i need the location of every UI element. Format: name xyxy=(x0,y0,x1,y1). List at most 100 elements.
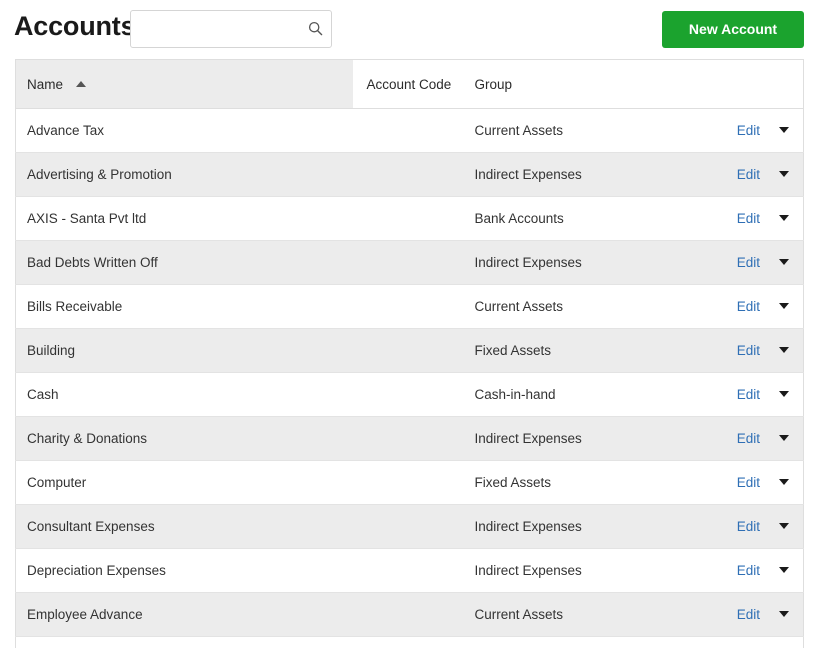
table-row[interactable]: Bad Debts Written Off Indirect Expenses Ed… xyxy=(15,240,804,285)
table-row[interactable]: AXIS - Santa Pvt ltd Bank Accounts Edit xyxy=(15,196,804,241)
search-field xyxy=(130,10,332,48)
cell-account-code xyxy=(352,460,473,505)
caret-down-icon[interactable] xyxy=(779,391,789,397)
cell-group: Indirect Expenses xyxy=(472,548,703,593)
cell-group: Indirect Expenses xyxy=(472,152,703,197)
cell-account-name: Employee Advance xyxy=(15,592,353,637)
new-account-button[interactable]: New Account xyxy=(662,11,804,48)
caret-down-icon[interactable] xyxy=(779,435,789,441)
edit-link[interactable]: Edit xyxy=(737,563,760,578)
cell-account-code xyxy=(352,548,473,593)
page-header: Accounts New Account xyxy=(0,0,819,58)
edit-link[interactable]: Edit xyxy=(737,123,760,138)
cell-account-code xyxy=(352,416,473,461)
cell-group: Current Assets xyxy=(472,284,703,329)
cell-code xyxy=(352,636,473,648)
caret-down-icon[interactable] xyxy=(779,127,789,133)
table-row[interactable]: Bills Receivable Current Assets Edit xyxy=(15,284,804,329)
cell-account-name: Computer xyxy=(15,460,353,505)
table-row[interactable]: Cash Cash-in-hand Edit xyxy=(15,372,804,417)
edit-link[interactable]: Edit xyxy=(737,387,760,402)
cell-group: Current Assets xyxy=(472,108,703,153)
cell-actions: Edit xyxy=(702,548,804,593)
edit-link[interactable]: Edit xyxy=(737,211,760,226)
column-header-account-code[interactable]: Account Code xyxy=(352,59,473,109)
table-row[interactable]: Charity & Donations Indirect Expenses Edit xyxy=(15,416,804,461)
cell-actions: Edit xyxy=(702,372,804,417)
table-row[interactable]: Building Fixed Assets Edit xyxy=(15,328,804,373)
cell-name xyxy=(15,636,353,648)
cell-actions xyxy=(702,636,804,648)
table-header: Name Account Code Group xyxy=(15,59,804,109)
cell-actions: Edit xyxy=(702,460,804,505)
edit-link[interactable]: Edit xyxy=(737,255,760,270)
table-row[interactable]: Depreciation Expenses Indirect Expenses Ed… xyxy=(15,548,804,593)
page-title: Accounts xyxy=(14,11,136,41)
edit-link[interactable]: Edit xyxy=(737,167,760,182)
cell-actions: Edit xyxy=(702,108,804,153)
cell-group: Bank Accounts xyxy=(472,196,703,241)
cell-group: Indirect Expenses xyxy=(472,504,703,549)
cell-account-name: Bills Receivable xyxy=(15,284,353,329)
cell-account-code xyxy=(352,240,473,285)
cell-account-name: Cash xyxy=(15,372,353,417)
cell-actions: Edit xyxy=(702,152,804,197)
cell-group: Cash-in-hand xyxy=(472,372,703,417)
table-row[interactable]: Advertising & Promotion Indirect Expenses… xyxy=(15,152,804,197)
accounts-table: Name Account Code Group Advance Tax Curre… xyxy=(15,59,804,648)
cell-actions: Edit xyxy=(702,504,804,549)
cell-group: Current Assets xyxy=(472,592,703,637)
column-header-group[interactable]: Group xyxy=(472,59,703,109)
edit-link[interactable]: Edit xyxy=(737,475,760,490)
edit-link[interactable]: Edit xyxy=(737,343,760,358)
column-header-name[interactable]: Name xyxy=(15,59,353,109)
cell-account-name: AXIS - Santa Pvt ltd xyxy=(15,196,353,241)
cell-account-code xyxy=(352,504,473,549)
cell-account-name: Advertising & Promotion xyxy=(15,152,353,197)
cell-actions: Edit xyxy=(702,328,804,373)
edit-link[interactable]: Edit xyxy=(737,607,760,622)
cell-group: Fixed Assets xyxy=(472,328,703,373)
column-header-name-label: Name xyxy=(27,76,64,92)
caret-down-icon[interactable] xyxy=(779,567,789,573)
cell-group: Indirect Expenses xyxy=(472,240,703,285)
caret-down-icon[interactable] xyxy=(779,611,789,617)
cell-account-code xyxy=(352,152,473,197)
cell-actions: Edit xyxy=(702,416,804,461)
cell-account-name: Charity & Donations xyxy=(15,416,353,461)
table-body: Advance Tax Current Assets Edit Advertising… xyxy=(15,108,804,648)
caret-down-icon[interactable] xyxy=(779,303,789,309)
table-row[interactable]: Consultant Expenses Indirect Expenses Edit xyxy=(15,504,804,549)
cell-account-code xyxy=(352,328,473,373)
search-input[interactable] xyxy=(130,10,332,48)
cell-actions: Edit xyxy=(702,196,804,241)
caret-down-icon[interactable] xyxy=(779,259,789,265)
cell-actions: Edit xyxy=(702,592,804,637)
caret-down-icon[interactable] xyxy=(779,479,789,485)
caret-up-icon xyxy=(75,80,86,87)
caret-down-icon[interactable] xyxy=(779,215,789,221)
cell-account-name: Building xyxy=(15,328,353,373)
cell-account-code xyxy=(352,284,473,329)
table-row-partial[interactable] xyxy=(15,636,804,648)
cell-account-name: Consultant Expenses xyxy=(15,504,353,549)
cell-account-code xyxy=(352,108,473,153)
edit-link[interactable]: Edit xyxy=(737,431,760,446)
table-row[interactable]: Employee Advance Current Assets Edit xyxy=(15,592,804,637)
cell-group: Indirect Expenses xyxy=(472,416,703,461)
cell-group: Fixed Assets xyxy=(472,460,703,505)
cell-actions: Edit xyxy=(702,240,804,285)
caret-down-icon[interactable] xyxy=(779,523,789,529)
edit-link[interactable]: Edit xyxy=(737,519,760,534)
cell-account-code xyxy=(352,372,473,417)
table-row[interactable]: Advance Tax Current Assets Edit xyxy=(15,108,804,153)
caret-down-icon[interactable] xyxy=(779,171,789,177)
cell-account-code xyxy=(352,196,473,241)
cell-account-name: Advance Tax xyxy=(15,108,353,153)
caret-down-icon[interactable] xyxy=(779,347,789,353)
table-row[interactable]: Computer Fixed Assets Edit xyxy=(15,460,804,505)
cell-actions: Edit xyxy=(702,284,804,329)
edit-link[interactable]: Edit xyxy=(737,299,760,314)
cell-account-name: Depreciation Expenses xyxy=(15,548,353,593)
cell-account-name: Bad Debts Written Off xyxy=(15,240,353,285)
